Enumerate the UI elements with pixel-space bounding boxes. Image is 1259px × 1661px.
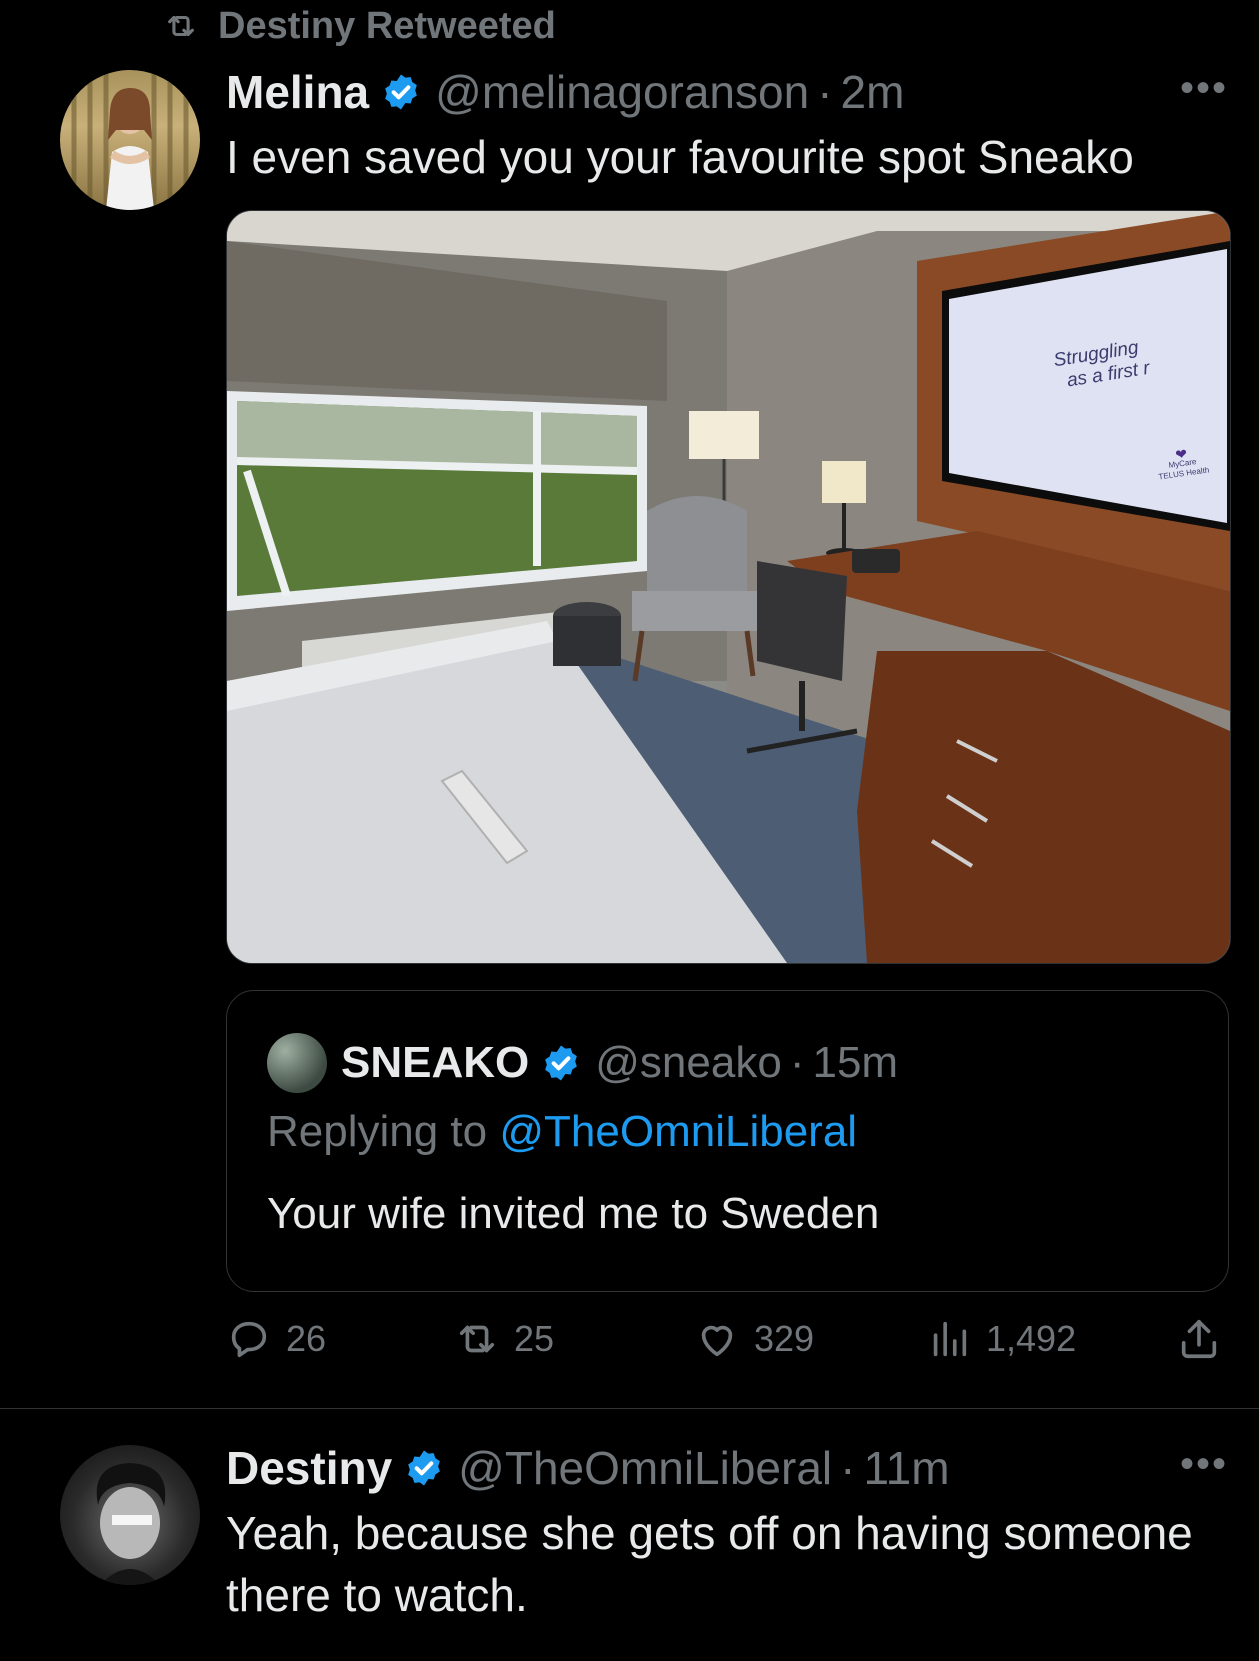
retweet-count: 25 [514, 1318, 555, 1359]
heart-icon [701, 1325, 733, 1357]
tweet1-author-name[interactable]: Melina [226, 65, 369, 119]
separator-dot: · [789, 1038, 805, 1087]
tweet1-text: I even saved you your favourite spot Sne… [226, 131, 1134, 183]
tweet1-photo[interactable]: Struggling as a first r ❤ MyCare TELUS H… [226, 210, 1231, 964]
avatar-destiny[interactable] [60, 1445, 200, 1585]
avatar-image [96, 1463, 166, 1585]
verified-badge-icon [408, 1450, 441, 1486]
tweet2-time[interactable]: 11m [863, 1441, 949, 1495]
quote-handle[interactable]: @sneako [595, 1038, 782, 1088]
tweet2-handle[interactable]: @TheOmniLiberal [458, 1441, 832, 1495]
share-icon [1181, 1319, 1217, 1359]
tweet2-header: Destiny @TheOmniLiberal · 11m [226, 1436, 950, 1500]
quote-replying-line: Replying to @TheOmniLiberal [267, 1107, 857, 1157]
tweet1-more-icon[interactable]: ••• [1180, 66, 1228, 111]
tweet1-action-bar: 26 25 329 1,492 [226, 1316, 1236, 1376]
views-count: 1,492 [986, 1318, 1077, 1359]
quote-header: SNEAKO @sneako · 15m [341, 1031, 898, 1095]
quoted-tweet-card[interactable]: SNEAKO @sneako · 15m Replying to @TheOmn… [226, 990, 1229, 1292]
separator-dot: · [840, 1442, 856, 1494]
views-button[interactable]: 1,492 [926, 1316, 1076, 1362]
reply-button[interactable]: 26 [226, 1316, 326, 1362]
separator-dot: · [817, 66, 833, 118]
reply-icon [231, 1321, 267, 1358]
replying-prefix: Replying to [267, 1107, 488, 1156]
tweet2-text-line2: there to watch. [226, 1569, 528, 1621]
replying-handle-link[interactable]: @TheOmniLiberal [499, 1107, 857, 1156]
views-chart-icon [933, 1321, 967, 1357]
verified-badge-icon [385, 74, 417, 110]
tweet1-handle[interactable]: @melinagoranson [435, 65, 809, 119]
tweet-divider [0, 1408, 1259, 1409]
tweet2-text-line1: Yeah, because she gets off on having som… [226, 1507, 1193, 1559]
retweet-icon [168, 15, 194, 37]
tweet2-text: Yeah, because she gets off on having som… [226, 1502, 1193, 1626]
quote-avatar[interactable] [267, 1033, 327, 1093]
hotel-room-image [227, 211, 1230, 963]
verified-badge-icon [545, 1045, 578, 1081]
quote-time[interactable]: 15m [812, 1038, 898, 1088]
quote-author-name[interactable]: SNEAKO [341, 1038, 529, 1088]
tweet1-header: Melina @melinagoranson · 2m [226, 60, 904, 124]
avatar-melina[interactable] [60, 70, 200, 210]
like-count: 329 [754, 1318, 815, 1359]
quote-text: Your wife invited me to Sweden [267, 1189, 880, 1238]
tweet1-time[interactable]: 2m [841, 65, 905, 119]
retweet-icon [459, 1325, 495, 1353]
tweet2-author-name[interactable]: Destiny [226, 1441, 392, 1495]
avatar-image [71, 70, 189, 210]
like-button[interactable]: 329 [694, 1316, 814, 1362]
share-button[interactable] [1176, 1316, 1222, 1362]
retweet-banner[interactable]: Destiny Retweeted [158, 2, 556, 50]
retweet-banner-text: Destiny Retweeted [218, 4, 556, 47]
tweet2-more-icon[interactable]: ••• [1180, 1442, 1228, 1487]
retweet-button[interactable]: 25 [454, 1316, 554, 1362]
reply-count: 26 [286, 1318, 327, 1359]
